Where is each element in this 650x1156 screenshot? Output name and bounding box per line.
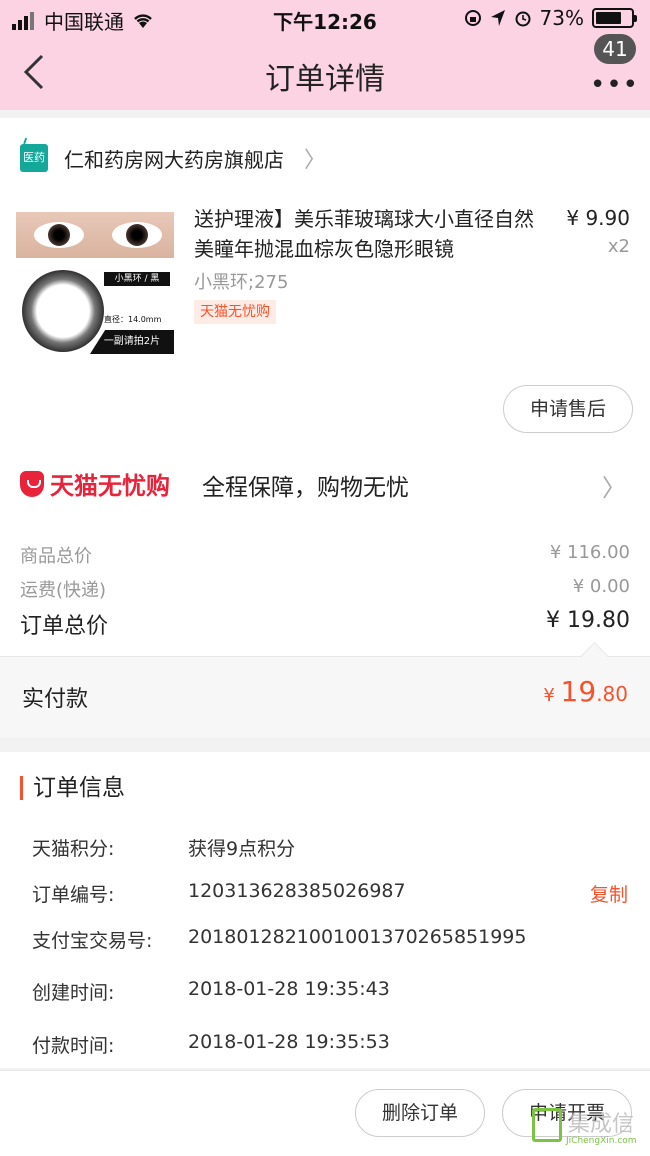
alarm-icon (515, 11, 531, 27)
order-total-row: 订单总价 ¥ 19.80 (20, 608, 630, 640)
eyes-photo (16, 212, 174, 258)
guarantee-row[interactable]: 天猫无忧购 全程保障，购物无忧 〉 (0, 458, 650, 508)
tmall-worry-free-logo: 天猫无忧购 (20, 466, 170, 501)
watermark-cn: 集成信 (568, 1112, 635, 1137)
shipping-value: ¥ 0.00 (572, 576, 630, 597)
rotation-lock-icon (464, 10, 481, 26)
battery-icon (592, 8, 637, 28)
paid-label: 实付款 (22, 687, 89, 712)
info-key: 创建时间: (32, 982, 115, 1004)
shop-row[interactable]: 医药 仁和药房网大药房旗舰店 〉 (20, 142, 326, 174)
info-value: 120313628385026987 (188, 880, 406, 902)
paid-amount-row: 实付款 ¥ 19.80 (0, 656, 650, 738)
battery-percent: 73% (539, 6, 584, 30)
info-value: 获得9点积分 (188, 838, 296, 860)
status-bar: 中国联通 下午12:26 73% (0, 0, 650, 36)
location-icon (490, 10, 505, 26)
order-total-value: ¥ 19.80 (546, 608, 630, 633)
image-label-diameter: 直径：14.0mm (104, 315, 162, 324)
info-value: 2018-01-28 19:35:43 (188, 978, 390, 1000)
lens-image (22, 270, 104, 352)
after-sale-button[interactable]: 申请售后 (503, 385, 633, 433)
copy-button[interactable]: 复制 (590, 880, 628, 907)
tmall-worry-free-tag: 天猫无忧购 (194, 300, 276, 324)
info-key: 天猫积分: (32, 838, 115, 860)
order-info-section: 订单信息 天猫积分: 获得9点积分 订单编号: 1203136283850269… (0, 752, 650, 1068)
product-quantity: x2 (607, 236, 630, 257)
guarantee-logo-text: 天猫无忧购 (50, 472, 170, 500)
product-price: ¥ 9.90 (566, 206, 630, 230)
shipping-label: 运费(快递) (20, 580, 107, 601)
goods-total-label: 商品总价 (20, 546, 92, 567)
guarantee-text: 全程保障，购物无忧 (202, 475, 409, 501)
order-card: 医药 仁和药房网大药房旗舰店 〉 小黑环 / 黑 直径：14.0mm 一副请拍2… (0, 118, 650, 738)
pharmacy-icon: 医药 (20, 144, 48, 172)
paid-integer: 19 (560, 675, 597, 708)
shipping-row: 运费(快递) ¥ 0.00 (20, 576, 630, 602)
goods-total-value: ¥ 116.00 (549, 542, 630, 563)
info-key: 支付宝交易号: (32, 930, 153, 952)
paid-decimal: .80 (596, 682, 628, 706)
info-key: 订单编号: (32, 884, 115, 906)
delete-order-button[interactable]: 删除订单 (355, 1089, 485, 1137)
top-bar: 中国联通 下午12:26 73% 订单详情 ••• 41 (0, 0, 650, 110)
product-title[interactable]: 送护理液】美乐菲玻璃球大小直径自然美瞳年抛混血棕灰色隐形眼镜 (194, 204, 546, 264)
message-count-badge: 41 (594, 34, 636, 64)
chevron-right-icon: 〉 (602, 474, 626, 502)
image-label-pair: 一副请拍2片 (90, 330, 174, 354)
site-watermark: 集成信 JiChengXin.com (532, 1106, 644, 1150)
shield-icon (20, 470, 44, 497)
page-title: 订单详情 (265, 62, 385, 97)
paid-amount: ¥ 19.80 (543, 675, 628, 708)
order-info-heading: 订单信息 (20, 776, 125, 800)
bottom-action-bar: 删除订单 申请开票 集成信 JiChengXin.com (0, 1070, 650, 1156)
product-image[interactable]: 小黑环 / 黑 直径：14.0mm 一副请拍2片 (16, 210, 174, 360)
info-key: 付款时间: (32, 1035, 115, 1057)
product-spec: 小黑环;275 (194, 272, 289, 293)
order-total-label: 订单总价 (20, 614, 109, 639)
info-value: 2018012821001001370265851995 (188, 926, 527, 948)
info-value: 2018-01-28 19:35:53 (188, 1031, 390, 1053)
chevron-right-icon: 〉 (304, 148, 327, 173)
more-dots-icon: ••• (590, 70, 640, 100)
image-label-color: 小黑环 / 黑 (104, 272, 170, 286)
watermark-logo-icon (532, 1108, 562, 1142)
watermark-en: JiChengXin.com (566, 1136, 637, 1146)
shop-name: 仁和药房网大药房旗舰店 (64, 147, 284, 172)
paid-currency: ¥ (543, 685, 561, 706)
goods-total-row: 商品总价 ¥ 116.00 (20, 542, 630, 568)
